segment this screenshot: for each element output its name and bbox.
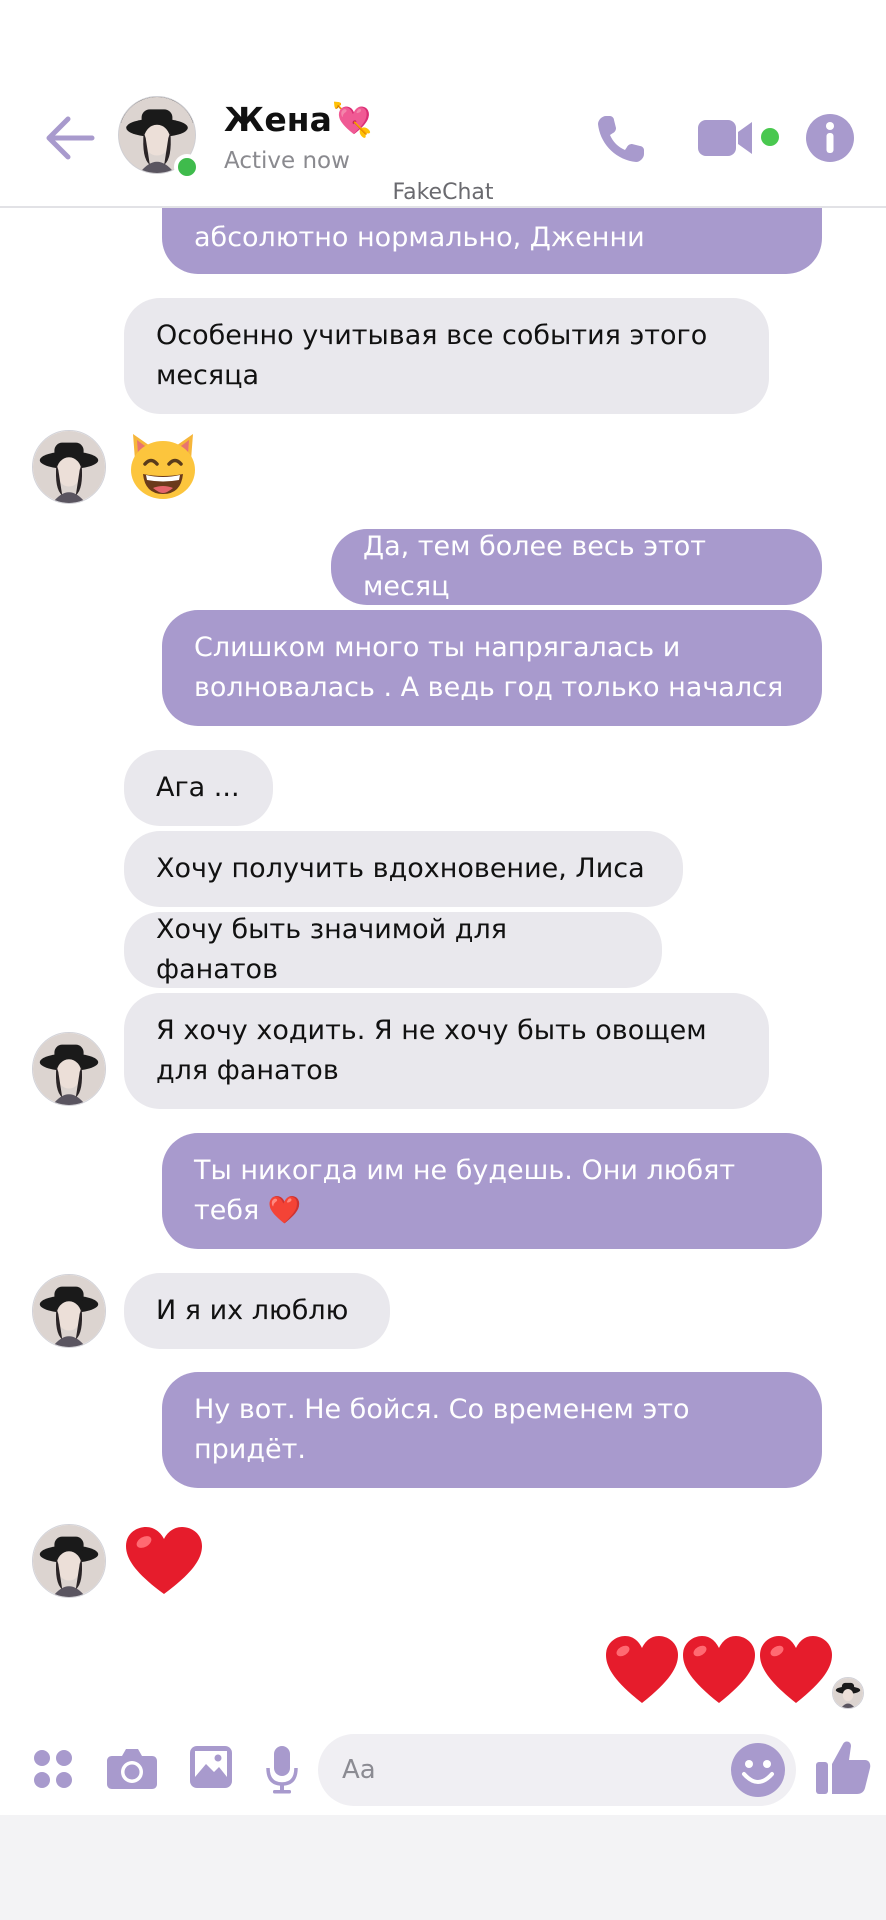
video-active-dot xyxy=(761,128,779,146)
message-text: Ты никогда им не будешь. Они любят тебя … xyxy=(194,1155,736,1226)
message-text: Особенно учитывая все события этого меся… xyxy=(156,320,708,391)
red-heart-emoji xyxy=(124,1526,204,1596)
camera-icon[interactable] xyxy=(106,1746,158,1790)
chat-header: Жена💘 Active now xyxy=(0,0,886,208)
gallery-icon[interactable] xyxy=(188,1744,234,1790)
watermark: FakeChat xyxy=(392,180,494,205)
info-icon[interactable] xyxy=(804,112,856,164)
message-input[interactable] xyxy=(318,1734,796,1806)
grinning-cat-emoji xyxy=(127,430,199,502)
message-bubble-incoming[interactable]: Хочу получить вдохновение, Лиса xyxy=(124,831,683,907)
contact-avatar[interactable] xyxy=(32,430,106,504)
contact-name[interactable]: Жена💘 xyxy=(224,100,373,140)
emoji-icon[interactable] xyxy=(730,1742,786,1798)
message-bubble-outgoing[interactable]: Ты никогда им не будешь. Они любят тебя … xyxy=(162,1133,822,1249)
contact-avatar-header[interactable] xyxy=(118,96,200,180)
message-bubble-incoming[interactable]: Я хочу ходить. Я не хочу быть овощем для… xyxy=(124,993,769,1109)
message-bubble-outgoing[interactable]: Ну вот. Не бойся. Со временем это придёт… xyxy=(162,1372,822,1488)
microphone-icon[interactable] xyxy=(264,1744,300,1794)
message-text: Хочу быть значимой для фанатов xyxy=(156,914,507,985)
online-status-dot xyxy=(174,154,200,180)
back-arrow-icon[interactable] xyxy=(40,108,100,168)
video-call-icon[interactable] xyxy=(696,116,754,160)
message-text: Я хочу ходить. Я не хочу быть овощем для… xyxy=(156,1015,707,1086)
contact-avatar[interactable] xyxy=(32,1524,106,1598)
contact-avatar[interactable] xyxy=(32,1032,106,1106)
message-text: Слишком много ты напрягалась и волновала… xyxy=(194,632,784,703)
message-bubble-incoming[interactable]: Хочу быть значимой для фанатов xyxy=(124,912,662,988)
message-thread[interactable]: абсолютно нормально, Дженни Особенно учи… xyxy=(0,0,886,1725)
system-navigation-bar xyxy=(0,1815,886,1920)
message-bubble-outgoing[interactable]: Слишком много ты напрягалась и волновала… xyxy=(162,610,822,726)
contact-avatar[interactable] xyxy=(32,1274,106,1348)
message-text: Ну вот. Не бойся. Со временем это придёт… xyxy=(194,1394,690,1465)
message-text: Да, тем более весь этот месяц xyxy=(363,531,706,602)
message-text: абсолютно нормально, Дженни xyxy=(194,222,645,253)
three-red-hearts-emoji xyxy=(604,1635,834,1705)
apps-grid-icon[interactable] xyxy=(32,1748,74,1790)
message-text: И я их люблю xyxy=(156,1295,349,1326)
message-bubble-incoming[interactable]: Особенно учитывая все события этого меся… xyxy=(124,298,769,414)
thumbs-up-icon[interactable] xyxy=(815,1738,871,1796)
message-bubble-incoming[interactable]: И я их люблю xyxy=(124,1273,390,1349)
contact-status: Active now xyxy=(224,148,350,174)
phone-call-icon[interactable] xyxy=(592,110,650,168)
read-receipt-avatar xyxy=(832,1677,864,1709)
message-text: Хочу получить вдохновение, Лиса xyxy=(156,853,645,884)
message-bubble-outgoing[interactable]: Да, тем более весь этот месяц xyxy=(331,529,822,605)
message-text: Ага ... xyxy=(156,772,240,803)
message-bubble-incoming[interactable]: Ага ... xyxy=(124,750,273,826)
